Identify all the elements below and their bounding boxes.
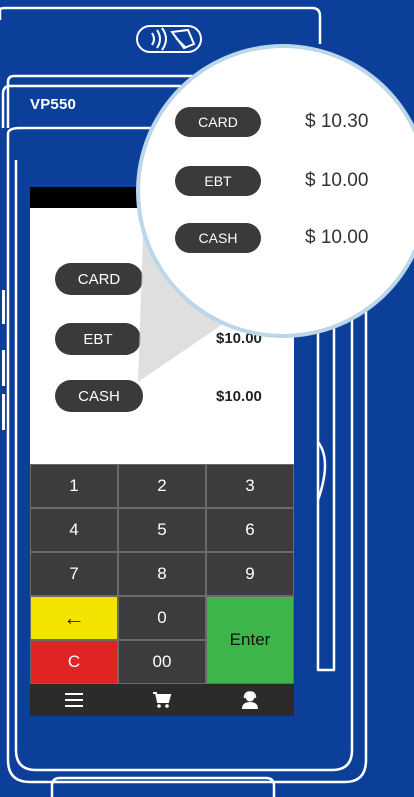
zoom-card-amount: $ 10.30 xyxy=(305,111,369,132)
zoom-card-label: CARD xyxy=(198,114,238,130)
zoom-ebt-amount: $ 10.00 xyxy=(305,170,369,191)
zoom-cash-label: CASH xyxy=(198,230,238,246)
zoom-ebt-label: EBT xyxy=(204,173,232,189)
magnifier-callout: CARD $ 10.30 EBT $ 10.00 CASH $ 10.00 xyxy=(138,46,414,336)
zoom-cash-amount: $ 10.00 xyxy=(305,227,369,248)
zoom-ebt-pill: EBT xyxy=(175,166,261,196)
zoom-cash-pill: CASH xyxy=(175,223,261,253)
zoom-card-pill: CARD xyxy=(175,107,261,137)
